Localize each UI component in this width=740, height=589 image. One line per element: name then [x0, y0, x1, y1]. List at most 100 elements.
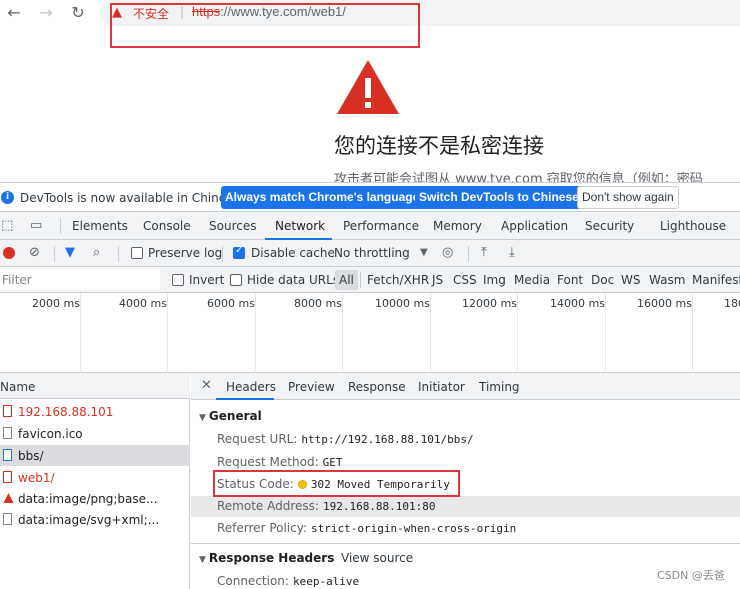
- reload-icon[interactable]: ↻: [68, 3, 88, 23]
- toolbar-separator: [222, 246, 223, 262]
- request-url-row: Request URL: http://192.168.88.101/bbs/: [217, 432, 474, 446]
- disable-cache-checkbox[interactable]: [233, 245, 245, 259]
- request-row[interactable]: web1/: [0, 467, 190, 488]
- infobar-text: DevTools is now available in Chinese!: [20, 191, 245, 205]
- active-tab-indicator: [216, 398, 274, 400]
- devtools-tabstrip: ⬚ ▭ Elements Console Sources Network Per…: [0, 212, 740, 240]
- timeline-label: 2000 ms: [32, 297, 80, 310]
- view-source-link[interactable]: View source: [341, 551, 413, 565]
- request-name: 192.168.88.101: [18, 405, 114, 419]
- arrow-right-icon[interactable]: →: [36, 3, 56, 23]
- tab-memory[interactable]: Memory: [433, 219, 482, 233]
- type-filter-wasm[interactable]: Wasm: [649, 273, 685, 287]
- tab-elements[interactable]: Elements: [72, 219, 128, 233]
- preserve-log-checkbox[interactable]: [131, 247, 143, 259]
- timeline-gridline: [430, 293, 431, 373]
- type-filter-css[interactable]: CSS: [453, 273, 477, 287]
- section-divider: [191, 543, 740, 544]
- toolbar-separator: [118, 246, 119, 262]
- hide-data-urls-checkbox[interactable]: [230, 274, 242, 286]
- tab-response[interactable]: Response: [348, 380, 406, 394]
- tab-application[interactable]: Application: [501, 219, 568, 233]
- toolbar-separator: [468, 246, 469, 262]
- type-filter-img[interactable]: Img: [483, 273, 506, 287]
- request-list-header[interactable]: Name: [0, 373, 190, 399]
- preserve-log-label: Preserve log: [148, 246, 223, 260]
- request-row[interactable]: data:image/svg+xml;...: [0, 509, 190, 530]
- response-headers-toggle[interactable]: ▼ Response Headers: [199, 551, 334, 565]
- type-filter-manifest[interactable]: Manifest: [692, 273, 740, 287]
- name-column-header[interactable]: Name: [0, 380, 35, 394]
- switch-to-chinese-button[interactable]: Switch DevTools to Chinese: [415, 186, 583, 209]
- throttling-select[interactable]: No throttling: [334, 246, 410, 260]
- timeline-gridline: [80, 293, 81, 373]
- general-section-toggle[interactable]: ▼ General: [199, 409, 262, 423]
- image-icon: [3, 492, 14, 504]
- timeline-label: 4000 ms: [119, 297, 167, 310]
- expand-triangle-icon: ▼: [199, 413, 206, 423]
- dropdown-arrow-icon[interactable]: ▼: [420, 247, 428, 258]
- dont-show-again-button[interactable]: Don't show again: [577, 186, 679, 209]
- timeline-overview[interactable]: 2000 ms 4000 ms 6000 ms 8000 ms 10000 ms…: [0, 293, 740, 373]
- tab-network[interactable]: Network: [275, 219, 325, 233]
- filter-bar: Filter Invert Hide data URLs All Fetch/X…: [0, 267, 740, 293]
- file-icon: [3, 427, 12, 439]
- request-list: Name 192.168.88.101 favicon.ico bbs/ web…: [0, 373, 190, 589]
- filter-icon[interactable]: ▼: [65, 245, 75, 260]
- close-icon[interactable]: ✕: [201, 378, 212, 393]
- timeline-label: 6000 ms: [207, 297, 255, 310]
- tab-lighthouse[interactable]: Lighthouse: [660, 219, 726, 233]
- type-filter-font[interactable]: Font: [557, 273, 583, 287]
- type-filter-doc[interactable]: Doc: [591, 273, 614, 287]
- record-icon[interactable]: [3, 247, 15, 259]
- url-highlight-box: [110, 3, 420, 48]
- request-name: bbs/: [18, 449, 44, 463]
- type-filter-js[interactable]: JS: [432, 273, 443, 287]
- arrow-left-icon[interactable]: ←: [4, 3, 24, 23]
- hide-data-urls-label: Hide data URLs: [247, 273, 340, 287]
- request-row[interactable]: 192.168.88.101: [0, 401, 190, 422]
- type-filter-all[interactable]: All: [335, 270, 358, 290]
- connection-row: Connection: keep-alive: [217, 574, 359, 588]
- tab-security[interactable]: Security: [585, 219, 634, 233]
- device-toolbar-icon[interactable]: ▭: [30, 218, 42, 233]
- toolbar-separator: [54, 246, 55, 262]
- request-row[interactable]: data:image/png;base...: [0, 488, 190, 509]
- timeline-gridline: [342, 293, 343, 373]
- type-filter-fetch-xhr[interactable]: Fetch/XHR: [367, 273, 429, 287]
- header-key: Referrer Policy:: [217, 521, 307, 535]
- error-title: 您的连接不是私密连接: [334, 134, 544, 158]
- details-tabs: ✕ Headers Preview Response Initiator Tim…: [191, 373, 740, 400]
- devtools-infobar: i DevTools is now available in Chinese! …: [0, 182, 740, 212]
- request-name: data:image/svg+xml;...: [18, 513, 160, 527]
- disable-cache-label: Disable cache: [251, 246, 335, 260]
- clear-icon[interactable]: ⊘: [29, 245, 40, 260]
- tab-preview[interactable]: Preview: [288, 380, 335, 394]
- request-name: web1/: [18, 471, 55, 485]
- request-row[interactable]: favicon.ico: [0, 423, 190, 444]
- type-filter-media[interactable]: Media: [514, 273, 550, 287]
- request-row-selected[interactable]: bbs/: [0, 445, 190, 466]
- invert-label: Invert: [189, 273, 225, 287]
- request-name: favicon.ico: [18, 427, 83, 441]
- timeline-gridline: [692, 293, 693, 373]
- general-title: General: [208, 409, 262, 423]
- type-filter-ws[interactable]: WS: [621, 273, 640, 287]
- tab-timing[interactable]: Timing: [479, 380, 520, 394]
- timeline-gridline: [517, 293, 518, 373]
- invert-checkbox[interactable]: [172, 274, 184, 286]
- always-match-language-button[interactable]: Always match Chrome's language: [221, 186, 424, 209]
- export-har-icon[interactable]: ⤓: [509, 245, 515, 260]
- network-conditions-icon[interactable]: ◎: [442, 245, 453, 260]
- tab-console[interactable]: Console: [143, 219, 191, 233]
- timeline-label: 14000 ms: [550, 297, 605, 310]
- search-icon[interactable]: ⌕: [93, 245, 100, 260]
- tab-initiator[interactable]: Initiator: [418, 380, 465, 394]
- tab-separator: [60, 218, 61, 234]
- inspect-element-icon[interactable]: ⬚: [1, 218, 13, 233]
- document-icon: [3, 449, 12, 461]
- tab-performance[interactable]: Performance: [343, 219, 419, 233]
- import-har-icon[interactable]: ⤒: [481, 245, 487, 260]
- tab-sources[interactable]: Sources: [209, 219, 256, 233]
- tab-headers[interactable]: Headers: [226, 380, 276, 394]
